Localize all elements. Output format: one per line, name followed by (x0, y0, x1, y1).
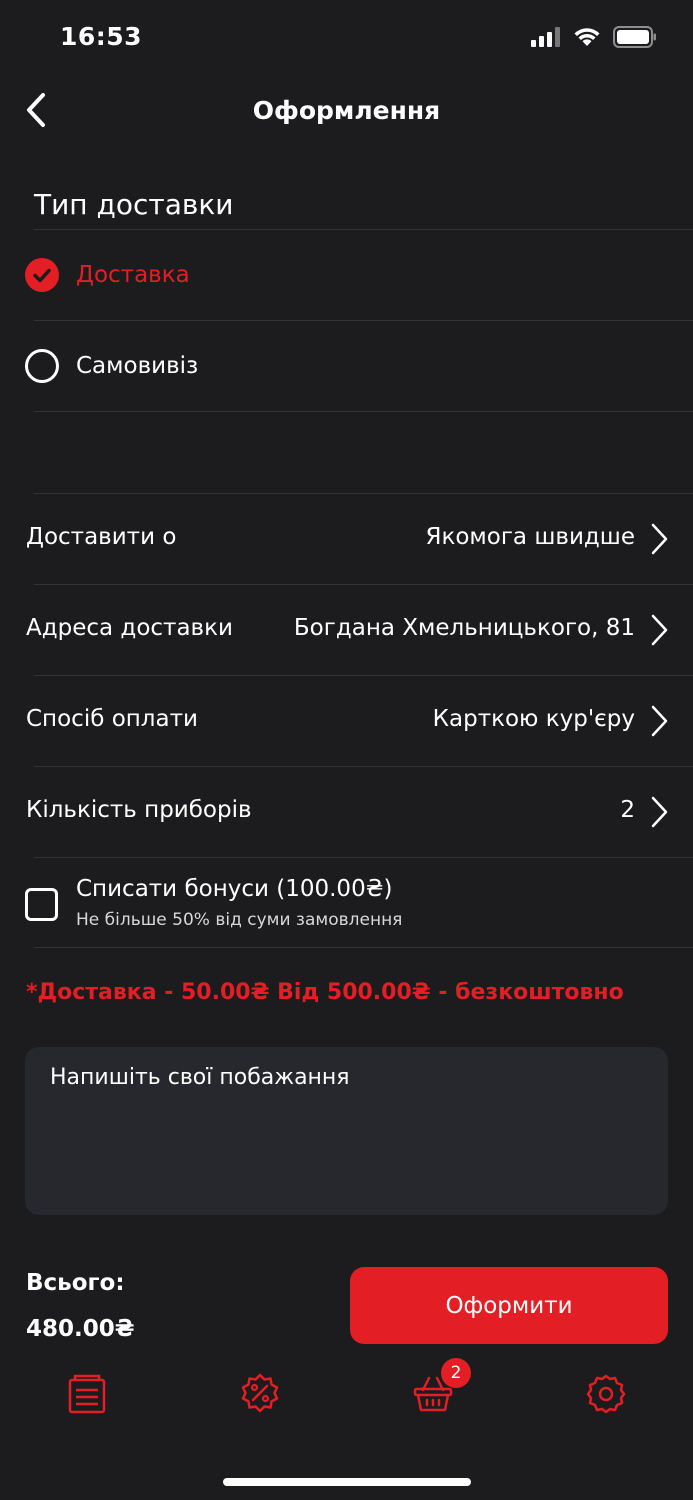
radio-unchecked-icon (25, 349, 59, 383)
bonuses-checkbox-row[interactable]: Списати бонуси (100.00₴) Не більше 50% в… (0, 858, 693, 948)
delivery-type-title: Тип доставки (34, 188, 234, 221)
bonuses-checkbox[interactable] (25, 888, 58, 921)
delivery-note: *Доставка - 50.00₴ Від 500.00₴ - безкошт… (26, 980, 624, 1005)
detail-value: 2 (620, 797, 635, 823)
settings-icon (586, 1374, 626, 1414)
delivery-option-delivery[interactable]: Доставка (0, 230, 693, 320)
delivery-option-pickup[interactable]: Самовивіз (0, 321, 693, 411)
signal-icon (531, 27, 560, 47)
detail-value: Богдана Хмельницького, 81 (293, 615, 635, 641)
divider (34, 411, 693, 412)
battery-icon (613, 26, 656, 48)
tab-discounts[interactable] (238, 1372, 282, 1416)
chevron-right-icon (651, 796, 668, 828)
chevron-right-icon (651, 614, 668, 646)
detail-value: Якомога швидше (425, 524, 635, 550)
tab-menu[interactable] (65, 1372, 109, 1416)
detail-label: Кількість приборів (26, 797, 252, 823)
menu-icon (68, 1374, 106, 1414)
total-value: 480.00₴ (26, 1316, 135, 1342)
tab-bar: 2 (0, 1358, 693, 1430)
wishes-box (25, 1047, 668, 1215)
cart-badge: 2 (441, 1358, 471, 1388)
bonuses-sublabel: Не більше 50% від суми замовлення (76, 910, 403, 930)
home-indicator (223, 1478, 471, 1486)
delivery-option-label: Доставка (76, 262, 190, 288)
delivery-option-label: Самовивіз (76, 353, 199, 379)
detail-label: Доставити о (26, 524, 177, 550)
chevron-right-icon (651, 705, 668, 737)
wishes-input[interactable] (50, 1065, 650, 1195)
status-bar: 16:53 (0, 0, 693, 76)
total-label: Всього: (26, 1270, 125, 1296)
detail-label: Адреса доставки (26, 615, 233, 641)
tab-cart[interactable]: 2 (411, 1358, 471, 1416)
delivery-time-row[interactable]: Доставити о Якомога швидше (0, 494, 693, 584)
tab-settings[interactable] (584, 1372, 628, 1416)
status-time: 16:53 (60, 22, 143, 51)
detail-value: Карткою кур'єру (432, 706, 635, 732)
delivery-address-row[interactable]: Адреса доставки Богдана Хмельницького, 8… (0, 585, 693, 675)
detail-label: Спосіб оплати (26, 706, 198, 732)
divider (34, 947, 693, 948)
chevron-right-icon (651, 523, 668, 555)
nav-bar: Оформлення (0, 76, 693, 146)
status-icons (531, 26, 657, 48)
bonuses-label: Списати бонуси (100.00₴) (76, 876, 393, 902)
checkout-button[interactable]: Оформити (350, 1267, 668, 1344)
page-title: Оформлення (252, 96, 441, 125)
cutlery-count-row[interactable]: Кількість приборів 2 (0, 767, 693, 857)
payment-method-row[interactable]: Спосіб оплати Карткою кур'єру (0, 676, 693, 766)
discount-icon (241, 1373, 279, 1413)
wifi-icon (574, 28, 600, 46)
radio-checked-icon (25, 258, 59, 292)
